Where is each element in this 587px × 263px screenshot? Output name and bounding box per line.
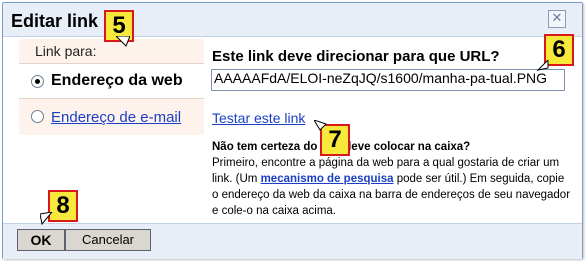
ok-button[interactable]: OK: [17, 229, 65, 251]
link-type-label: Link para:: [19, 39, 204, 63]
marker-pointer-8: [40, 212, 53, 226]
link-type-panel: Link para: Endereço da web Endereço de e…: [19, 39, 204, 135]
edit-link-dialog: Editar link ✕ Link para: Endereço da web…: [2, 2, 583, 259]
marker-pointer-6: [536, 60, 549, 71]
marker-pointer-7: [314, 120, 327, 131]
dialog-footer: OK Cancelar: [3, 223, 582, 259]
url-input[interactable]: AAAAAFdA/ELOI-neZqJQ/s1600/manha-pa-tual…: [211, 69, 565, 91]
option-email-address[interactable]: Endereço de e-mail: [19, 99, 204, 135]
radio-selected-dot: [35, 79, 40, 84]
help-question: Não tem certeza do que deve colocar na c…: [212, 141, 471, 153]
radio-email-address[interactable]: [31, 110, 44, 123]
option-web-address[interactable]: Endereço da web: [19, 63, 204, 99]
dialog-title: Editar link: [11, 11, 99, 31]
cancel-button[interactable]: Cancelar: [65, 229, 151, 251]
radio-web-address[interactable]: [31, 75, 44, 88]
help-body: Primeiro, encontre a página da web para …: [212, 155, 572, 219]
test-link[interactable]: Testar este link: [212, 110, 305, 126]
url-input-value: AAAAAFdA/ELOI-neZqJQ/s1600/manha-pa-tual…: [214, 70, 548, 86]
option-web-address-label[interactable]: Endereço da web: [51, 72, 183, 90]
close-icon[interactable]: ✕: [548, 10, 566, 28]
marker-pointer-5: [116, 36, 130, 47]
search-engine-link[interactable]: mecanismo de pesquisa: [261, 173, 394, 185]
url-heading: Este link deve direcionar para que URL?: [212, 48, 500, 65]
option-email-address-label[interactable]: Endereço de e-mail: [51, 109, 181, 126]
help-text: Não tem certeza do que deve colocar na c…: [212, 139, 572, 219]
dialog-titlebar: Editar link ✕: [3, 3, 582, 37]
